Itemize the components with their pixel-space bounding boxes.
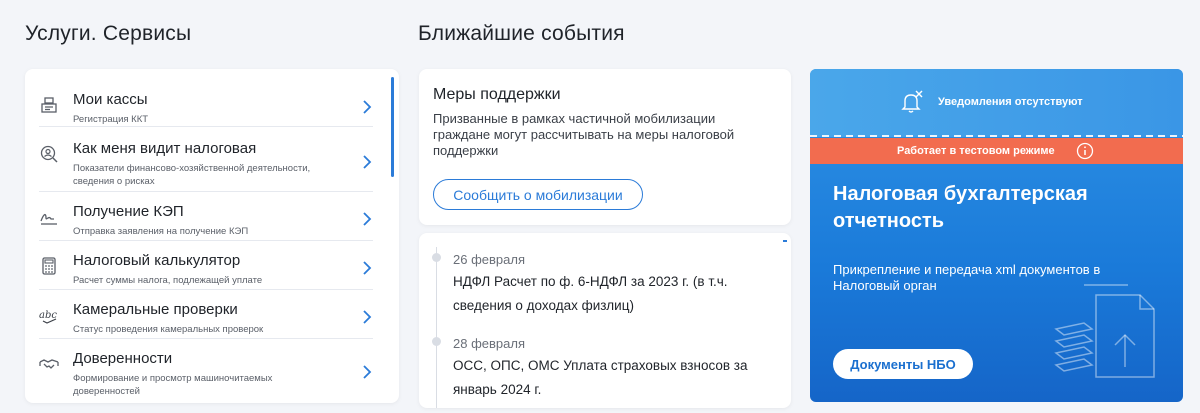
nbo-documents-button[interactable]: Документы НБО xyxy=(833,349,973,379)
magnifier-person-icon xyxy=(40,145,58,163)
banner-pager xyxy=(958,408,1023,413)
service-item-cameral[interactable]: abc Камеральные проверки Статус проведен… xyxy=(39,301,373,339)
event-text[interactable]: НДФЛ Расчет по ф. 6-НДФЛ за 2023 г. (в т… xyxy=(453,270,773,318)
bell-off-icon xyxy=(901,90,923,113)
services-card: Мои кассы Регистрация ККТ Как меня видит… xyxy=(25,69,399,403)
scroll-indicator xyxy=(783,240,787,242)
chevron-right-icon xyxy=(363,310,372,324)
event-date: 28 февраля xyxy=(453,336,525,351)
events-calendar-card: 26 февраля НДФЛ Расчет по ф. 6-НДФЛ за 2… xyxy=(419,233,791,408)
timeline-dot xyxy=(432,337,441,346)
calculator-icon xyxy=(42,257,56,275)
chevron-right-icon xyxy=(363,365,372,379)
support-measures-card: Меры поддержки Призванные в рамках части… xyxy=(419,69,791,225)
service-item-doverennosti[interactable]: Доверенности Формирование и просмотр маш… xyxy=(39,350,373,402)
service-item-kep[interactable]: Получение КЭП Отправка заявления на полу… xyxy=(39,203,373,241)
test-mode-bar: Работает в тестовом режиме xyxy=(810,138,1183,164)
support-title: Меры поддержки xyxy=(433,86,561,103)
service-subtitle: Регистрация ККТ xyxy=(73,114,149,125)
test-mode-label: Работает в тестовом режиме xyxy=(897,145,1055,157)
report-mobilization-button[interactable]: Сообщить о мобилизации xyxy=(433,179,643,210)
chevron-right-icon xyxy=(363,212,372,226)
documents-upload-illustration xyxy=(1054,284,1155,378)
event-text[interactable]: ОСС, ОПС, ОМС Уплата страховых взносов з… xyxy=(453,354,773,402)
service-title: Доверенности xyxy=(73,350,173,367)
handshake-icon xyxy=(39,359,59,369)
chevron-right-icon xyxy=(363,155,372,169)
events-section-title: Ближайшие события xyxy=(418,22,625,45)
timeline-line xyxy=(436,247,437,408)
service-title: Мои кассы xyxy=(73,91,148,108)
signature-icon xyxy=(40,213,57,225)
event-date: 26 февраля xyxy=(453,252,525,267)
service-subtitle: Статус проведения камеральных проверок xyxy=(73,324,264,335)
notifications-status: Уведомления отсутствуют xyxy=(938,96,1083,108)
cash-register-icon xyxy=(41,97,57,113)
timeline-dot xyxy=(432,253,441,262)
banner-title: Налоговая бухгалтерская отчетность xyxy=(833,183,1088,232)
info-icon[interactable] xyxy=(1076,142,1094,160)
service-title: Налоговый калькулятор xyxy=(73,252,241,269)
support-text: Призванные в рамках частичной мобилизаци… xyxy=(433,111,735,158)
service-title: Камеральные проверки xyxy=(73,301,238,318)
service-item-calculator[interactable]: Налоговый калькулятор Расчет суммы налог… xyxy=(39,252,373,290)
service-subtitle: Отправка заявления на получение КЭП xyxy=(73,226,249,237)
service-title: Как меня видит налоговая xyxy=(73,140,257,157)
nbo-banner[interactable]: Уведомления отсутствуют Работает в тесто… xyxy=(810,69,1183,402)
chevron-right-icon xyxy=(363,261,372,275)
services-section-title: Услуги. Сервисы xyxy=(25,22,192,45)
service-item-tax-view[interactable]: Как меня видит налоговая Показатели фина… xyxy=(39,140,373,192)
abc-check-icon: abc xyxy=(39,310,57,324)
services-scrollbar[interactable] xyxy=(391,77,394,177)
chevron-right-icon xyxy=(363,100,372,114)
service-subtitle: Формирование и просмотр машиночитаемых д… xyxy=(73,373,273,397)
service-subtitle: Показатели финансово-хозяйственной деяте… xyxy=(73,163,311,187)
service-title: Получение КЭП xyxy=(73,203,184,220)
dashed-divider xyxy=(810,135,1183,137)
service-item-kassy[interactable]: Мои кассы Регистрация ККТ xyxy=(39,91,373,127)
service-subtitle: Расчет суммы налога, подлежащей уплате xyxy=(73,275,263,286)
